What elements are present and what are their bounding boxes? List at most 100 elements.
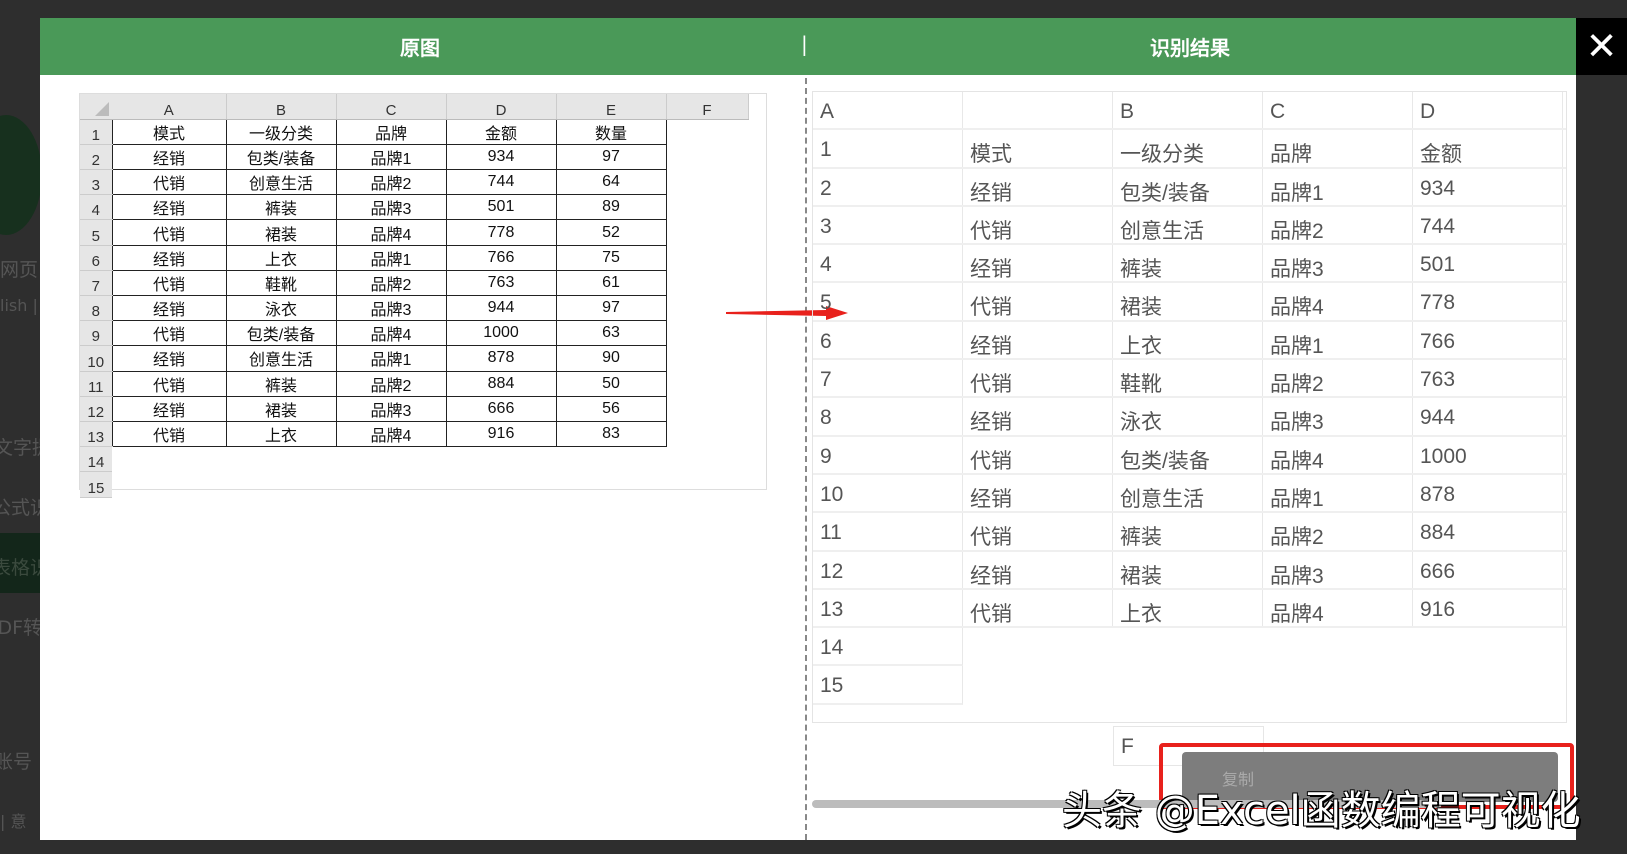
result-cell[interactable]: 品牌3: [1263, 245, 1413, 282]
result-column-header: C: [1263, 92, 1413, 129]
result-cell[interactable]: 10: [813, 474, 963, 512]
row-header[interactable]: 3: [80, 169, 112, 196]
result-cell[interactable]: 934: [1413, 168, 1563, 205]
column-header[interactable]: E: [556, 94, 667, 120]
result-cell[interactable]: 品牌2: [1263, 513, 1413, 550]
result-cell[interactable]: 12: [813, 551, 963, 588]
result-cell[interactable]: 3: [813, 206, 963, 244]
table-row: 2 经销 包类/装备 品牌1 934 97: [80, 143, 748, 171]
result-cell[interactable]: 一级分类: [1113, 130, 1263, 167]
result-cell[interactable]: 上衣: [1113, 321, 1263, 359]
result-cell[interactable]: 品牌4: [1263, 436, 1413, 473]
result-cell[interactable]: 品牌: [1263, 130, 1413, 167]
result-cell[interactable]: 14: [813, 628, 963, 667]
result-cell[interactable]: 4: [813, 245, 963, 282]
result-cell[interactable]: 经销: [963, 245, 1113, 282]
result-cell[interactable]: 6: [813, 321, 963, 359]
select-all-corner[interactable]: [80, 94, 112, 120]
result-cell[interactable]: 5: [813, 283, 963, 320]
column-header[interactable]: F: [666, 94, 749, 120]
table-cell: 经销: [111, 345, 227, 372]
row-header[interactable]: 1: [80, 119, 112, 145]
result-cell[interactable]: 包类/装备: [1113, 436, 1263, 473]
row-header[interactable]: 13: [80, 421, 112, 448]
result-cell[interactable]: 品牌2: [1263, 360, 1413, 397]
row-header[interactable]: 7: [80, 270, 112, 297]
result-cell[interactable]: 裤装: [1113, 513, 1263, 550]
result-cell[interactable]: 代销: [963, 436, 1113, 473]
result-cell[interactable]: 品牌1: [1263, 168, 1413, 205]
result-cell[interactable]: 品牌4: [1263, 283, 1413, 320]
close-icon[interactable]: ✕: [1576, 18, 1627, 75]
result-cell[interactable]: 代销: [963, 589, 1113, 627]
row-header[interactable]: 12: [80, 396, 112, 422]
result-cell[interactable]: 11: [813, 513, 963, 550]
result-cell[interactable]: 代销: [963, 360, 1113, 397]
result-cell[interactable]: 创意生活: [1113, 206, 1263, 244]
row-header[interactable]: 9: [80, 320, 112, 347]
table-cell: 创意生活: [225, 169, 337, 196]
result-cell[interactable]: 裙装: [1113, 551, 1263, 588]
column-header[interactable]: D: [446, 94, 557, 120]
result-cell[interactable]: 裙装: [1113, 283, 1263, 320]
result-cell[interactable]: 778: [1413, 283, 1563, 320]
result-cell[interactable]: 1: [813, 130, 963, 167]
result-cell[interactable]: 878: [1413, 474, 1563, 512]
result-cell[interactable]: 品牌1: [1263, 321, 1413, 359]
column-header[interactable]: A: [112, 94, 227, 120]
result-cell[interactable]: 7: [813, 360, 963, 397]
row-header[interactable]: 2: [80, 144, 112, 171]
result-cell[interactable]: 9: [813, 436, 963, 473]
result-cell[interactable]: 品牌3: [1263, 398, 1413, 435]
result-cell[interactable]: 15: [813, 666, 963, 705]
result-cell[interactable]: 经销: [963, 168, 1113, 205]
result-cell[interactable]: 2: [813, 168, 963, 205]
row-header[interactable]: 8: [80, 295, 112, 322]
row-header[interactable]: 5: [80, 219, 112, 246]
table-cell: 品牌4: [335, 219, 447, 246]
result-cell[interactable]: 766: [1413, 321, 1563, 359]
empty-cell: [666, 472, 748, 497]
result-cell[interactable]: 创意生活: [1113, 474, 1263, 512]
result-cell[interactable]: 包类/装备: [1113, 168, 1263, 205]
table-cell: 裙装: [225, 219, 337, 246]
result-cell[interactable]: 品牌3: [1263, 551, 1413, 588]
result-cell[interactable]: 代销: [963, 283, 1113, 320]
result-cell[interactable]: 884: [1413, 513, 1563, 550]
result-cell[interactable]: 13: [813, 589, 963, 627]
result-cell[interactable]: 上衣: [1113, 589, 1263, 627]
column-header[interactable]: B: [226, 94, 337, 120]
row-header[interactable]: 10: [80, 345, 112, 372]
result-cell[interactable]: 501: [1413, 245, 1563, 282]
row-header[interactable]: 15: [80, 471, 112, 498]
result-cell[interactable]: 8: [813, 398, 963, 435]
result-cell[interactable]: 经销: [963, 321, 1113, 359]
row-header[interactable]: 6: [80, 245, 112, 271]
result-cell[interactable]: 鞋靴: [1113, 360, 1263, 397]
result-cell[interactable]: 品牌4: [1263, 589, 1413, 627]
result-cell[interactable]: 代销: [963, 513, 1113, 550]
result-cell[interactable]: 1000: [1413, 436, 1563, 473]
row-header[interactable]: 14: [80, 446, 112, 473]
empty-cell: [666, 396, 748, 421]
table-cell: 878: [445, 345, 557, 372]
result-cell[interactable]: 666: [1413, 551, 1563, 588]
result-cell[interactable]: 品牌2: [1263, 206, 1413, 244]
result-cell[interactable]: 代销: [963, 206, 1113, 244]
result-cell[interactable]: 金额: [1413, 130, 1563, 167]
result-cell[interactable]: 经销: [963, 398, 1113, 435]
result-cell[interactable]: 裤装: [1113, 245, 1263, 282]
result-cell[interactable]: 经销: [963, 474, 1113, 512]
result-cell[interactable]: 916: [1413, 589, 1563, 627]
result-cell[interactable]: 944: [1413, 398, 1563, 435]
result-grid[interactable]: A B C D 1 模式 一级分类 品牌 金额 2 经销 包类/装备 品牌1 934 3 代销 创意生活 品牌2 7…: [812, 91, 1567, 723]
result-cell[interactable]: 泳衣: [1113, 398, 1263, 435]
result-cell[interactable]: 品牌1: [1263, 474, 1413, 512]
result-cell[interactable]: 模式: [963, 130, 1113, 167]
result-cell[interactable]: 744: [1413, 206, 1563, 244]
column-header[interactable]: C: [336, 94, 447, 120]
result-cell[interactable]: 经销: [963, 551, 1113, 588]
row-header[interactable]: 11: [80, 371, 112, 397]
result-cell[interactable]: 763: [1413, 360, 1563, 397]
row-header[interactable]: 4: [80, 194, 112, 221]
